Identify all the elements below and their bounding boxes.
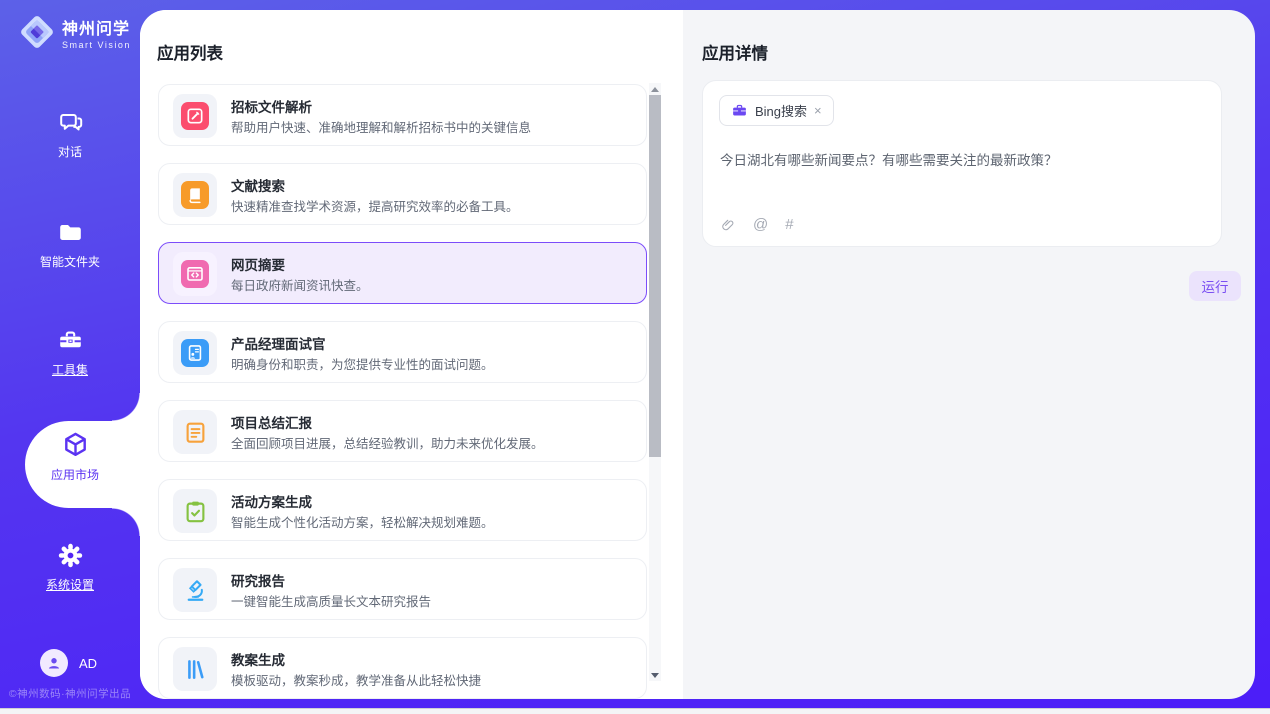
app-card-description: 每日政府新闻资讯快查。 (231, 275, 369, 294)
scrollbar-up-arrow-icon[interactable] (649, 83, 661, 95)
cube-icon (60, 430, 91, 461)
gear-icon (57, 542, 84, 569)
sidebar-item-toolset[interactable]: 工具集 (0, 327, 140, 378)
app-icon-container (173, 331, 217, 375)
app-card[interactable]: 活动方案生成 智能生成个性化活动方案，轻松解决规划难题。 (158, 479, 647, 541)
icon-book (181, 181, 209, 209)
app-card-title: 项目总结汇报 (231, 412, 312, 432)
app-card[interactable]: 文献搜索 快速精准查找学术资源，提高研究效率的必备工具。 (158, 163, 647, 225)
copyright-footer: ©神州数码·神州问学出品 (0, 686, 140, 701)
icon-person-doc (181, 339, 209, 367)
diamond-logo-icon (18, 13, 56, 51)
prompt-input-card[interactable]: Bing搜索 × 今日湖北有哪些新闻要点？有哪些需要关注的最新政策？ @ # (702, 80, 1222, 247)
app-card-description: 帮助用户快速、准确地理解和解析招标书中的关键信息 (231, 117, 531, 136)
app-card-title: 教案生成 (231, 649, 285, 669)
app-card[interactable]: 教案生成 模板驱动，教案秒成，教学准备从此轻松快捷 (158, 637, 647, 699)
app-window: 神州问学 Smart Vision 对话 智能文件夹 (0, 0, 1270, 714)
user-account[interactable]: AD (40, 649, 97, 677)
bubble-fillet-top (112, 393, 140, 421)
app-icon-container (173, 647, 217, 691)
icon-books (182, 656, 209, 683)
app-card-description: 模板驱动，教案秒成，教学准备从此轻松快捷 (231, 670, 481, 689)
briefcase-icon (731, 102, 748, 119)
paperclip-icon[interactable] (720, 217, 736, 233)
app-card-description: 快速精准查找学术资源，提高研究效率的必备工具。 (231, 196, 519, 215)
bottom-edge-strip (0, 708, 1270, 714)
sidebar: 神州问学 Smart Vision 对话 智能文件夹 (0, 0, 140, 714)
icon-browser-code (181, 260, 209, 288)
app-icon-container (173, 489, 217, 533)
app-list-title: 应用列表 (157, 40, 223, 64)
person-icon (45, 654, 63, 672)
chat-icon (57, 109, 84, 136)
tool-chip-bing-search[interactable]: Bing搜索 × (719, 95, 834, 126)
app-card[interactable]: 产品经理面试官 明确身份和职责，为您提供专业性的面试问题。 (158, 321, 647, 383)
app-card-title: 研究报告 (231, 570, 285, 590)
sidebar-item-settings[interactable]: 系统设置 (0, 542, 140, 593)
input-toolbar: @ # (720, 217, 794, 233)
app-card-description: 全面回顾项目进展，总结经验教训，助力未来优化发展。 (231, 433, 544, 452)
app-detail-panel: 应用详情 Bing搜索 × 今日湖北有哪些新闻要点？有哪些需要关注的最新政策？ (683, 10, 1255, 699)
sidebar-item-chat[interactable]: 对话 (0, 109, 140, 160)
avatar (40, 649, 68, 677)
app-detail-title: 应用详情 (702, 40, 768, 64)
sidebar-item-label: 智能文件夹 (0, 253, 140, 270)
app-card-description: 明确身份和职责，为您提供专业性的面试问题。 (231, 354, 494, 373)
app-card-description: 智能生成个性化活动方案，轻松解决规划难题。 (231, 512, 494, 531)
sidebar-item-label: 系统设置 (0, 576, 140, 593)
app-card[interactable]: 招标文件解析 帮助用户快速、准确地理解和解析招标书中的关键信息 (158, 84, 647, 146)
icon-clipboard-check (182, 498, 209, 525)
icon-pen-square (181, 102, 209, 130)
app-card-title: 招标文件解析 (231, 96, 312, 116)
app-icon-container (173, 173, 217, 217)
brand-logo: 神州问学 Smart Vision (18, 13, 131, 51)
app-icon-container (173, 94, 217, 138)
at-icon[interactable]: @ (753, 217, 768, 233)
scrollbar-down-arrow-icon[interactable] (649, 669, 661, 681)
sidebar-item-label: 工具集 (0, 361, 140, 378)
hash-icon[interactable]: # (785, 217, 793, 233)
main-content: 应用列表 招标文件解析 帮助用户快速、准确地理解和解析招标书中的关键信息 (140, 10, 1255, 699)
tool-chip-label: Bing搜索 (755, 101, 807, 120)
folder-icon (57, 219, 84, 246)
app-card-title: 文献搜索 (231, 175, 285, 195)
app-card[interactable]: 网页摘要 每日政府新闻资讯快查。 (158, 242, 647, 304)
sidebar-item-label: 应用市场 (25, 466, 125, 483)
app-list-panel: 应用列表 招标文件解析 帮助用户快速、准确地理解和解析招标书中的关键信息 (140, 10, 683, 699)
app-card[interactable]: 研究报告 一键智能生成高质量长文本研究报告 (158, 558, 647, 620)
app-card-list: 招标文件解析 帮助用户快速、准确地理解和解析招标书中的关键信息 文献搜索 快速精… (158, 84, 647, 699)
scrollbar-thumb[interactable] (649, 95, 661, 457)
app-card-description: 一键智能生成高质量长文本研究报告 (231, 591, 431, 610)
sidebar-item-label: 对话 (0, 143, 140, 160)
chip-close-icon[interactable]: × (814, 104, 822, 117)
app-card-title: 网页摘要 (231, 254, 285, 274)
icon-microscope (182, 577, 209, 604)
app-icon-container (173, 410, 217, 454)
app-card-title: 产品经理面试官 (231, 333, 326, 353)
app-icon-container (173, 252, 217, 296)
run-button[interactable]: 运行 (1189, 271, 1241, 301)
app-card[interactable]: 项目总结汇报 全面回顾项目进展，总结经验教训，助力未来优化发展。 (158, 400, 647, 462)
user-initials: AD (79, 656, 97, 671)
app-list-scrollbar[interactable] (649, 83, 661, 681)
icon-note (182, 419, 209, 446)
query-input[interactable]: 今日湖北有哪些新闻要点？有哪些需要关注的最新政策？ (720, 149, 1200, 169)
brand-subtitle: Smart Vision (62, 40, 131, 50)
app-icon-container (173, 568, 217, 612)
brand-title: 神州问学 (62, 15, 131, 39)
sidebar-item-app-market[interactable]: 应用市场 (25, 430, 125, 483)
app-card-title: 活动方案生成 (231, 491, 312, 511)
toolbox-icon (57, 327, 84, 354)
sidebar-item-smart-folder[interactable]: 智能文件夹 (0, 219, 140, 270)
bubble-fillet-bottom (112, 508, 140, 536)
